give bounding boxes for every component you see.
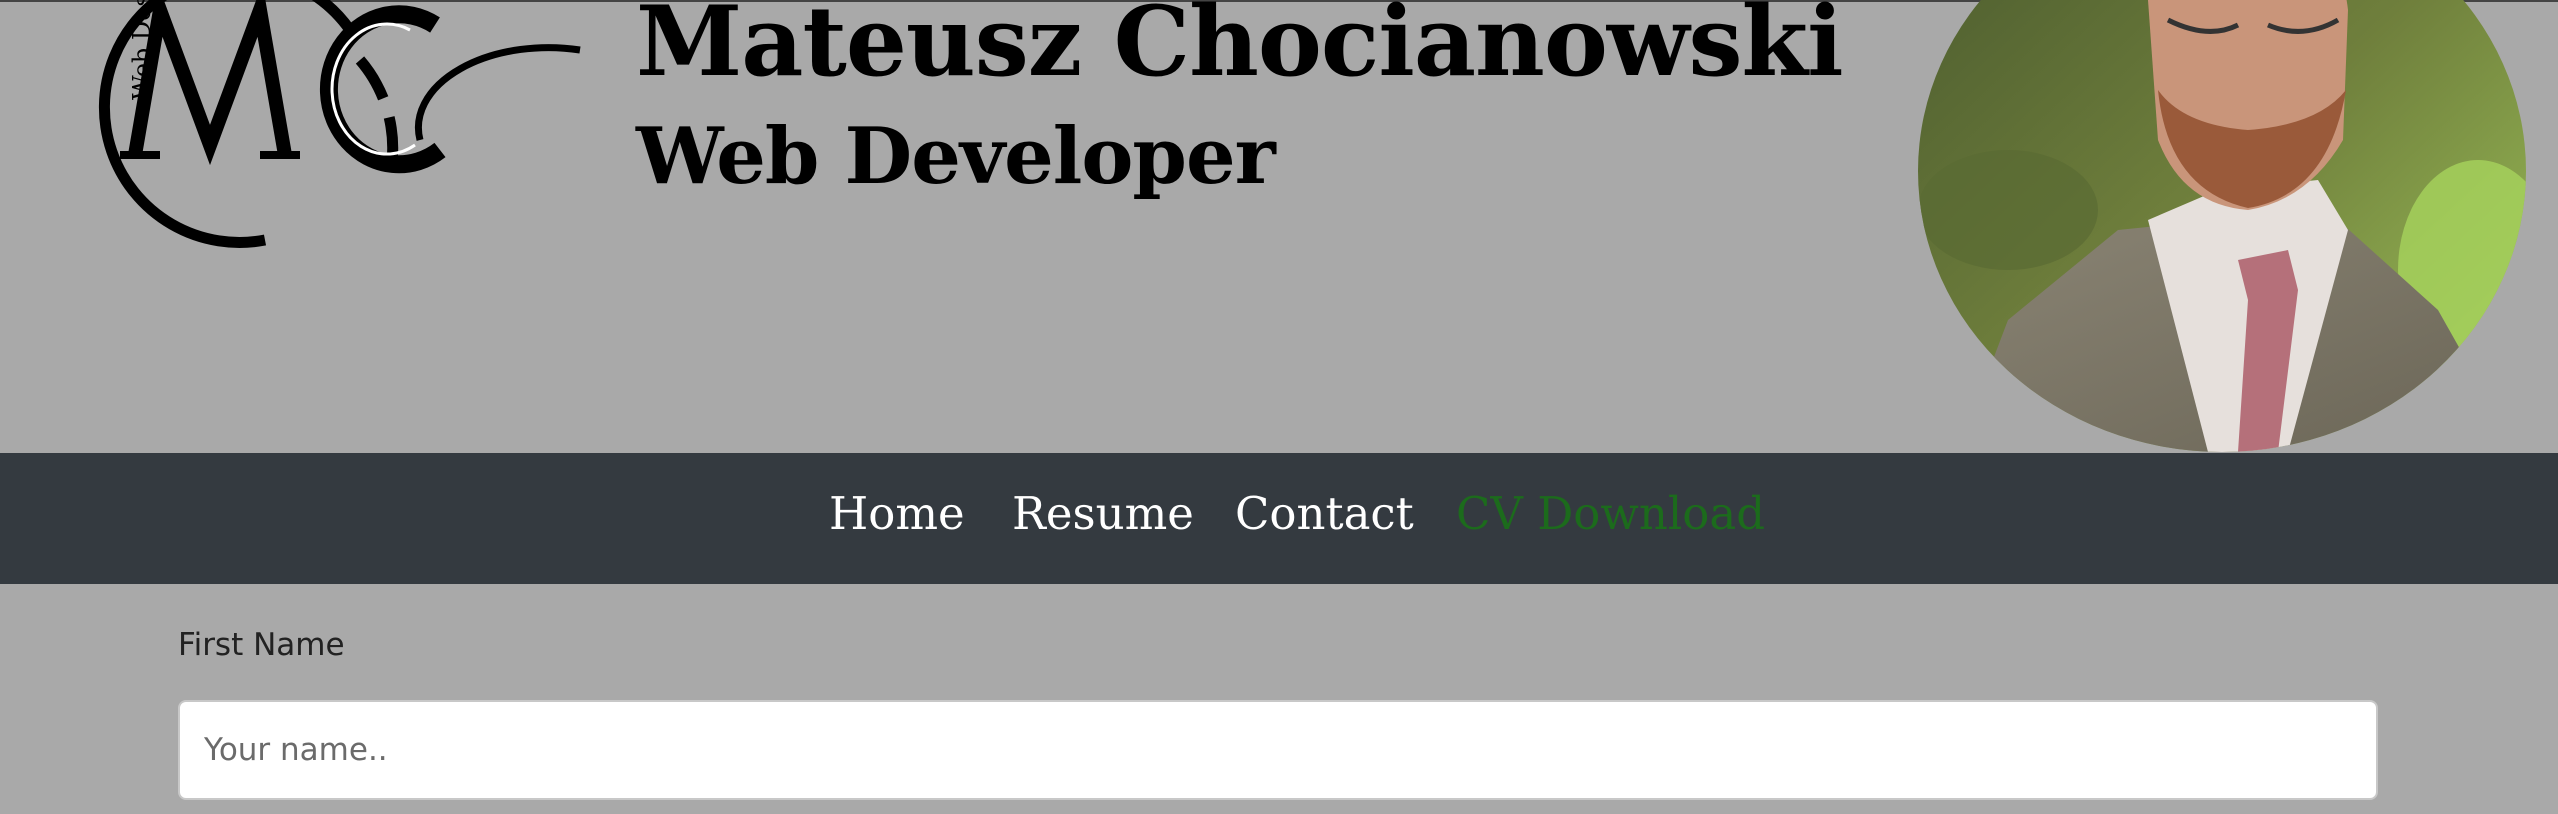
nav-cv-download[interactable]: CV Download: [1456, 491, 1765, 536]
nav-resume[interactable]: Resume: [1012, 491, 1194, 536]
first-name-input[interactable]: [178, 700, 2378, 800]
profile-photo: [1918, 0, 2526, 452]
nav-home[interactable]: Home: [829, 491, 965, 536]
page-title: Mateusz Chocianowski: [636, 0, 1844, 98]
logo-side-text: Web Desi: [128, 0, 156, 100]
site-header: MC Web Desi Mateusz Chocianowski Web Dev…: [0, 0, 2558, 453]
main-nav: Home Resume Contact CV Download: [0, 453, 2558, 584]
page-subtitle: Web Developer: [636, 111, 1276, 202]
nav-contact[interactable]: Contact: [1235, 491, 1414, 536]
mc-logo: MC Web Desi: [98, 0, 581, 248]
first-name-label: First Name: [178, 627, 345, 663]
